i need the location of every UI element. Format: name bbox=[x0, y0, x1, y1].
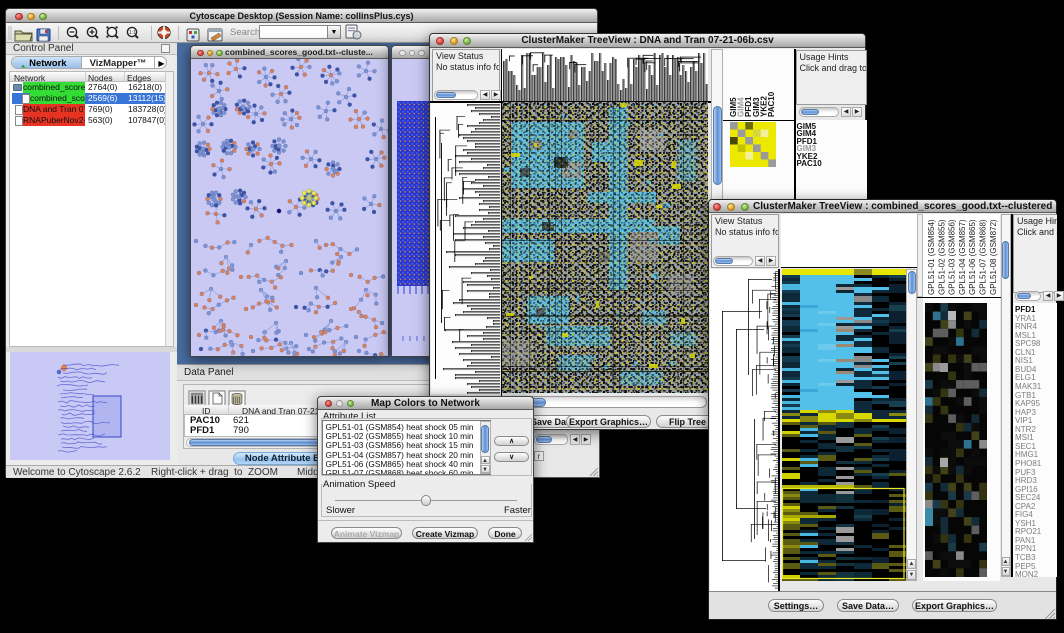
svg-text:GPL51-04 (GSM857): GPL51-04 (GSM857) bbox=[958, 219, 967, 295]
svg-text:1:1: 1:1 bbox=[129, 30, 136, 36]
svg-text:GPL51-06 (GSM865): GPL51-06 (GSM865) bbox=[968, 219, 977, 295]
svg-text:GPL51-03 (GSM856): GPL51-03 (GSM856) bbox=[948, 219, 957, 295]
svg-text:GPL51-02 (GSM855): GPL51-02 (GSM855) bbox=[937, 219, 946, 295]
svg-text:PAC10: PAC10 bbox=[767, 91, 776, 117]
svg-text:GPL51-07 (GSM868): GPL51-07 (GSM868) bbox=[979, 219, 988, 295]
svg-text:GPL51-01 (GSM854): GPL51-01 (GSM854) bbox=[927, 219, 936, 295]
svg-text:GPL51-08 (GSM872): GPL51-08 (GSM872) bbox=[989, 219, 998, 295]
